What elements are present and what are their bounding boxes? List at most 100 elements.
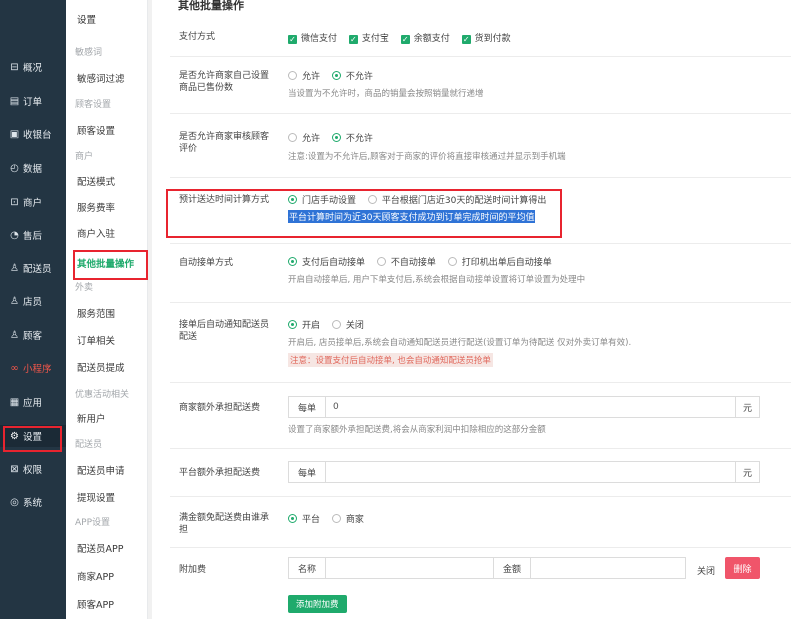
submenu-item[interactable]: 顾客APP: [77, 597, 114, 611]
delivery-time-label: 预计送达时间计算方式: [179, 195, 270, 205]
payment-option-cod[interactable]: ✓ 货到付款: [461, 31, 511, 44]
clerk-icon: ♙: [10, 295, 19, 307]
delivery-time-platform-radio[interactable]: 平台根据门店近30天的配送时间计算得出: [367, 193, 546, 206]
submenu-item[interactable]: 配送员提成: [77, 360, 125, 374]
nav-item-order[interactable]: ▤ 订单: [0, 90, 66, 112]
review-deny-radio[interactable]: 不允许: [331, 131, 373, 144]
sold-count-hint: 当设置为不允许时，商品的销量会按照销量就行递增: [288, 89, 484, 99]
nav-item-mini-program[interactable]: ∞ 小程序: [0, 357, 66, 379]
nav-item-label: 权限: [23, 465, 43, 476]
sold-count-deny-radio[interactable]: 不允许: [331, 69, 373, 82]
surcharge-amount-input[interactable]: [531, 558, 685, 578]
submenu-item[interactable]: 提现设置: [77, 490, 115, 504]
nav-item-label: 数据: [23, 164, 43, 175]
merchant-fee-prefix: 每单: [289, 397, 327, 417]
nav-item-system[interactable]: ◎ 系统: [0, 491, 66, 513]
nav-item-label: 配送员: [23, 264, 52, 275]
data-icon: ◴: [10, 162, 19, 174]
platform-fee-field: 每单 元: [288, 461, 760, 483]
radio-selected-icon: [331, 71, 341, 80]
auto-accept-after-print-radio[interactable]: 打印机出单后自动接单: [447, 255, 552, 268]
nav-item-permission[interactable]: ⊠ 权限: [0, 458, 66, 480]
payment-option-balance[interactable]: ✓ 余额支付: [400, 31, 450, 44]
delete-surcharge-button[interactable]: 删除: [725, 557, 760, 579]
nav-item-store[interactable]: ⊡ 商户: [0, 191, 66, 213]
auto-notify-off-radio[interactable]: 关闭: [331, 318, 364, 331]
submenu-group-title: 优惠活动相关: [75, 390, 130, 400]
auto-notify-on-radio[interactable]: 开启: [288, 318, 320, 331]
submenu-item[interactable]: 配送员申请: [77, 463, 125, 477]
merchant-fee-input[interactable]: 0: [326, 397, 735, 417]
divider: [170, 243, 791, 244]
nav-item-customer[interactable]: ♙ 顾客: [0, 324, 66, 346]
submenu-item[interactable]: 敏感词过滤: [77, 71, 125, 85]
submenu-item[interactable]: 顾客设置: [77, 123, 115, 137]
add-surcharge-button[interactable]: 添加附加费: [288, 595, 347, 613]
radio-selected-icon: [288, 257, 297, 266]
merchant-fee-label: 商家额外承担配送费: [179, 403, 261, 413]
nav-item-data[interactable]: ◴ 数据: [0, 157, 66, 179]
surcharge-name-input[interactable]: [326, 558, 494, 578]
radio-selected-icon: [288, 195, 297, 204]
payment-option-alipay[interactable]: ✓ 支付宝: [348, 31, 389, 44]
order-icon: ▤: [9, 95, 20, 107]
surcharge-amount-prefix: 金额: [494, 558, 532, 578]
nav-item-label: 概况: [23, 63, 43, 74]
auto-accept-after-pay-radio[interactable]: 支付后自动接单: [288, 255, 365, 268]
free-delivery-options: 平台 商家: [288, 512, 373, 525]
surcharge-close-toggle[interactable]: 关闭: [697, 564, 715, 577]
submenu-item[interactable]: 商家APP: [77, 569, 114, 583]
auto-notify-options: 开启 关闭: [288, 318, 373, 331]
submenu-group-title: 顾客设置: [75, 100, 112, 110]
submenu-item[interactable]: 订单相关: [77, 333, 115, 347]
highlight-box: [73, 250, 148, 280]
checkbox-checked-icon: ✓: [461, 35, 471, 44]
delivery-person-icon: ♙: [10, 262, 19, 274]
payment-option-wechat[interactable]: ✓ 微信支付: [288, 31, 337, 44]
submenu-item[interactable]: 服务费率: [77, 200, 115, 214]
review-hint: 注意:设置为不允许后,顾客对于商家的评价将直接审核通过并显示到手机端: [288, 152, 566, 162]
free-delivery-platform-radio[interactable]: 平台: [288, 512, 320, 525]
submenu-item[interactable]: 配送员APP: [77, 541, 123, 555]
radio-selected-icon: [288, 320, 297, 329]
radio-icon: [331, 320, 341, 329]
submenu-item[interactable]: 配送模式: [77, 174, 115, 188]
auto-notify-note: 注意：设置支付后自动接单, 也会自动通知配送员抢单: [288, 353, 493, 367]
submenu-group-title: 商户: [75, 152, 94, 162]
submenu-item[interactable]: 商户入驻: [77, 226, 115, 240]
radio-selected-icon: [331, 133, 341, 142]
nav-item-after-sale[interactable]: ◔ 售后: [0, 224, 66, 246]
divider: [170, 302, 791, 303]
divider: [170, 56, 791, 57]
platform-fee-input[interactable]: [326, 462, 735, 482]
nav-item-cashier[interactable]: ▣ 收银台: [0, 123, 66, 145]
submenu-item[interactable]: 新用户: [77, 411, 106, 425]
divider: [170, 113, 791, 114]
submenu-item[interactable]: 服务范围: [77, 306, 115, 320]
nav-item-clerk[interactable]: ♙ 店员: [0, 290, 66, 312]
review-label: 是否允许商家审核顾客评价: [179, 132, 270, 154]
review-options: 允许 不允许: [288, 131, 382, 144]
surcharge-name-prefix: 名称: [289, 558, 327, 578]
auto-accept-none-radio[interactable]: 不自动接单: [376, 255, 436, 268]
divider: [170, 382, 791, 383]
nav-item-overview[interactable]: ⊟ 概况: [0, 56, 66, 78]
merchant-fee-hint: 设置了商家额外承担配送费,将会从商家利润中扣除相应的这部分金额: [288, 425, 546, 435]
radio-selected-icon: [288, 514, 297, 523]
nav-item-delivery-person[interactable]: ♙ 配送员: [0, 257, 66, 279]
divider: [170, 177, 791, 178]
nav-item-label: 商户: [23, 198, 43, 209]
auto-accept-label: 自动接单方式: [179, 258, 234, 268]
review-allow-radio[interactable]: 允许: [288, 131, 320, 144]
radio-icon: [376, 257, 386, 266]
radio-icon: [288, 133, 297, 142]
nav-item-label: 售后: [23, 231, 43, 242]
free-delivery-merchant-radio[interactable]: 商家: [331, 512, 364, 525]
delivery-time-manual-radio[interactable]: 门店手动设置: [288, 193, 356, 206]
platform-fee-label: 平台额外承担配送费: [179, 468, 261, 478]
surcharge-name-field: 名称: [288, 557, 495, 579]
sold-count-allow-radio[interactable]: 允许: [288, 69, 320, 82]
payment-options: ✓ 微信支付 ✓ 支付宝 ✓ 余额支付 ✓ 货到付款: [288, 31, 520, 44]
nav-item-apps[interactable]: ▦ 应用: [0, 391, 66, 413]
radio-icon: [288, 71, 297, 80]
